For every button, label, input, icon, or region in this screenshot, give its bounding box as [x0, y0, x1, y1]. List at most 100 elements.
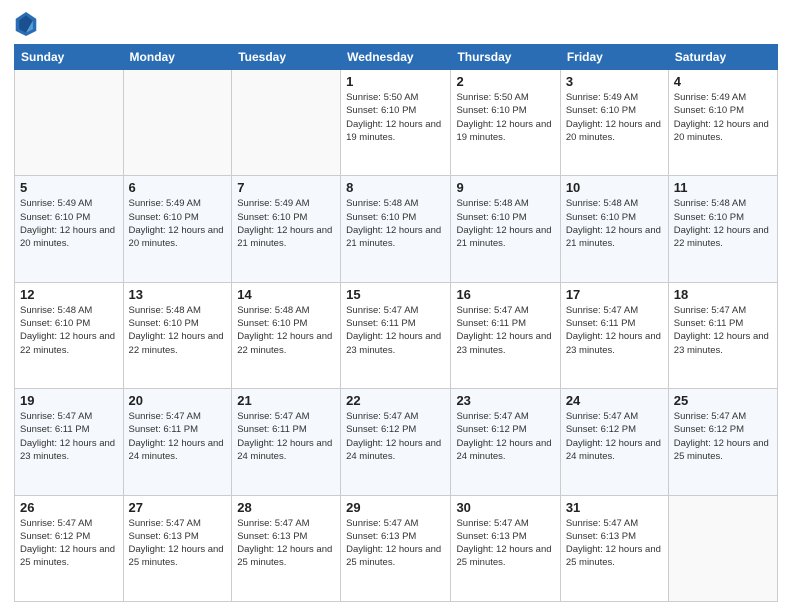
day-cell: 18 Sunrise: 5:47 AM Sunset: 6:11 PM Dayli… [668, 282, 777, 388]
day-number: 20 [129, 393, 227, 408]
day-number: 10 [566, 180, 663, 195]
calendar-table: SundayMondayTuesdayWednesdayThursdayFrid… [14, 44, 778, 602]
day-info: Sunrise: 5:47 AM Sunset: 6:13 PM Dayligh… [456, 517, 554, 570]
day-info: Sunrise: 5:47 AM Sunset: 6:11 PM Dayligh… [674, 304, 772, 357]
day-number: 16 [456, 287, 554, 302]
day-info: Sunrise: 5:49 AM Sunset: 6:10 PM Dayligh… [129, 197, 227, 250]
day-info: Sunrise: 5:47 AM Sunset: 6:12 PM Dayligh… [346, 410, 445, 463]
day-cell: 31Sunrise: 5:47 AM Sunset: 6:13 PM Dayli… [560, 495, 668, 601]
day-info: Sunrise: 5:47 AM Sunset: 6:13 PM Dayligh… [129, 517, 227, 570]
week-row-1: 5 Sunrise: 5:49 AM Sunset: 6:10 PM Daylig… [15, 176, 778, 282]
day-info: Sunrise: 5:48 AM Sunset: 6:10 PM Dayligh… [674, 197, 772, 250]
day-cell: 28 Sunrise: 5:47 AM Sunset: 6:13 PM Dayli… [232, 495, 341, 601]
day-number: 25 [674, 393, 772, 408]
day-info: Sunrise: 5:49 AM Sunset: 6:10 PM Dayligh… [566, 91, 663, 144]
day-number: 28 [237, 500, 335, 515]
day-info: Sunrise: 5:47 AM Sunset: 6:11 PM Dayligh… [20, 410, 118, 463]
day-cell: 11 Sunrise: 5:48 AM Sunset: 6:10 PM Dayli… [668, 176, 777, 282]
weekday-thursday: Thursday [451, 45, 560, 70]
day-cell: 7Sunrise: 5:49 AM Sunset: 6:10 PM Daylig… [232, 176, 341, 282]
day-number: 14 [237, 287, 335, 302]
header [14, 10, 778, 38]
logo-icon [14, 10, 38, 38]
day-number: 31 [566, 500, 663, 515]
day-number: 12 [20, 287, 118, 302]
day-cell: 4 Sunrise: 5:49 AM Sunset: 6:10 PM Daylig… [668, 70, 777, 176]
day-number: 17 [566, 287, 663, 302]
day-cell: 14Sunrise: 5:48 AM Sunset: 6:10 PM Dayli… [232, 282, 341, 388]
day-number: 9 [456, 180, 554, 195]
day-number: 21 [237, 393, 335, 408]
day-cell [668, 495, 777, 601]
day-info: Sunrise: 5:47 AM Sunset: 6:13 PM Dayligh… [237, 517, 335, 570]
calendar-page: SundayMondayTuesdayWednesdayThursdayFrid… [0, 0, 792, 612]
weekday-friday: Friday [560, 45, 668, 70]
day-cell: 10 Sunrise: 5:48 AM Sunset: 6:10 PM Dayli… [560, 176, 668, 282]
day-cell: 24 Sunrise: 5:47 AM Sunset: 6:12 PM Dayli… [560, 389, 668, 495]
day-info: Sunrise: 5:50 AM Sunset: 6:10 PM Dayligh… [346, 91, 445, 144]
day-number: 13 [129, 287, 227, 302]
day-number: 11 [674, 180, 772, 195]
day-info: Sunrise: 5:49 AM Sunset: 6:10 PM Dayligh… [20, 197, 118, 250]
day-number: 4 [674, 74, 772, 89]
day-number: 6 [129, 180, 227, 195]
day-cell: 16 Sunrise: 5:47 AM Sunset: 6:11 PM Dayli… [451, 282, 560, 388]
day-number: 19 [20, 393, 118, 408]
day-number: 15 [346, 287, 445, 302]
day-cell [123, 70, 232, 176]
day-cell: 8 Sunrise: 5:48 AM Sunset: 6:10 PM Daylig… [341, 176, 451, 282]
day-info: Sunrise: 5:48 AM Sunset: 6:10 PM Dayligh… [346, 197, 445, 250]
day-info: Sunrise: 5:47 AM Sunset: 6:11 PM Dayligh… [237, 410, 335, 463]
day-number: 29 [346, 500, 445, 515]
day-cell: 1 Sunrise: 5:50 AM Sunset: 6:10 PM Daylig… [341, 70, 451, 176]
day-info: Sunrise: 5:48 AM Sunset: 6:10 PM Dayligh… [20, 304, 118, 357]
day-info: Sunrise: 5:47 AM Sunset: 6:11 PM Dayligh… [346, 304, 445, 357]
day-info: Sunrise: 5:47 AM Sunset: 6:12 PM Dayligh… [674, 410, 772, 463]
weekday-sunday: Sunday [15, 45, 124, 70]
day-cell: 5 Sunrise: 5:49 AM Sunset: 6:10 PM Daylig… [15, 176, 124, 282]
day-info: Sunrise: 5:48 AM Sunset: 6:10 PM Dayligh… [456, 197, 554, 250]
day-cell: 29 Sunrise: 5:47 AM Sunset: 6:13 PM Dayli… [341, 495, 451, 601]
day-number: 30 [456, 500, 554, 515]
day-cell: 17 Sunrise: 5:47 AM Sunset: 6:11 PM Dayli… [560, 282, 668, 388]
weekday-wednesday: Wednesday [341, 45, 451, 70]
day-info: Sunrise: 5:48 AM Sunset: 6:10 PM Dayligh… [566, 197, 663, 250]
day-cell: 19 Sunrise: 5:47 AM Sunset: 6:11 PM Dayli… [15, 389, 124, 495]
day-info: Sunrise: 5:47 AM Sunset: 6:12 PM Dayligh… [20, 517, 118, 570]
weekday-monday: Monday [123, 45, 232, 70]
day-cell: 26 Sunrise: 5:47 AM Sunset: 6:12 PM Dayli… [15, 495, 124, 601]
week-row-2: 12 Sunrise: 5:48 AM Sunset: 6:10 PM Dayli… [15, 282, 778, 388]
day-number: 24 [566, 393, 663, 408]
day-info: Sunrise: 5:47 AM Sunset: 6:13 PM Dayligh… [346, 517, 445, 570]
day-number: 22 [346, 393, 445, 408]
day-info: Sunrise: 5:47 AM Sunset: 6:11 PM Dayligh… [566, 304, 663, 357]
day-info: Sunrise: 5:49 AM Sunset: 6:10 PM Dayligh… [237, 197, 335, 250]
day-info: Sunrise: 5:48 AM Sunset: 6:10 PM Dayligh… [129, 304, 227, 357]
weekday-saturday: Saturday [668, 45, 777, 70]
day-cell: 22 Sunrise: 5:47 AM Sunset: 6:12 PM Dayli… [341, 389, 451, 495]
day-cell: 6 Sunrise: 5:49 AM Sunset: 6:10 PM Daylig… [123, 176, 232, 282]
day-cell: 23 Sunrise: 5:47 AM Sunset: 6:12 PM Dayli… [451, 389, 560, 495]
week-row-0: 1 Sunrise: 5:50 AM Sunset: 6:10 PM Daylig… [15, 70, 778, 176]
day-number: 18 [674, 287, 772, 302]
day-number: 5 [20, 180, 118, 195]
day-info: Sunrise: 5:47 AM Sunset: 6:11 PM Dayligh… [456, 304, 554, 357]
day-cell: 13 Sunrise: 5:48 AM Sunset: 6:10 PM Dayli… [123, 282, 232, 388]
day-number: 26 [20, 500, 118, 515]
day-cell: 25 Sunrise: 5:47 AM Sunset: 6:12 PM Dayli… [668, 389, 777, 495]
week-row-4: 26 Sunrise: 5:47 AM Sunset: 6:12 PM Dayli… [15, 495, 778, 601]
day-number: 8 [346, 180, 445, 195]
day-info: Sunrise: 5:47 AM Sunset: 6:12 PM Dayligh… [566, 410, 663, 463]
day-info: Sunrise: 5:47 AM Sunset: 6:12 PM Dayligh… [456, 410, 554, 463]
day-cell: 9 Sunrise: 5:48 AM Sunset: 6:10 PM Daylig… [451, 176, 560, 282]
day-info: Sunrise: 5:49 AM Sunset: 6:10 PM Dayligh… [674, 91, 772, 144]
day-info: Sunrise: 5:50 AM Sunset: 6:10 PM Dayligh… [456, 91, 554, 144]
weekday-tuesday: Tuesday [232, 45, 341, 70]
day-number: 23 [456, 393, 554, 408]
day-cell: 3Sunrise: 5:49 AM Sunset: 6:10 PM Daylig… [560, 70, 668, 176]
day-number: 1 [346, 74, 445, 89]
day-cell [232, 70, 341, 176]
day-cell [15, 70, 124, 176]
day-cell: 27 Sunrise: 5:47 AM Sunset: 6:13 PM Dayli… [123, 495, 232, 601]
day-number: 27 [129, 500, 227, 515]
